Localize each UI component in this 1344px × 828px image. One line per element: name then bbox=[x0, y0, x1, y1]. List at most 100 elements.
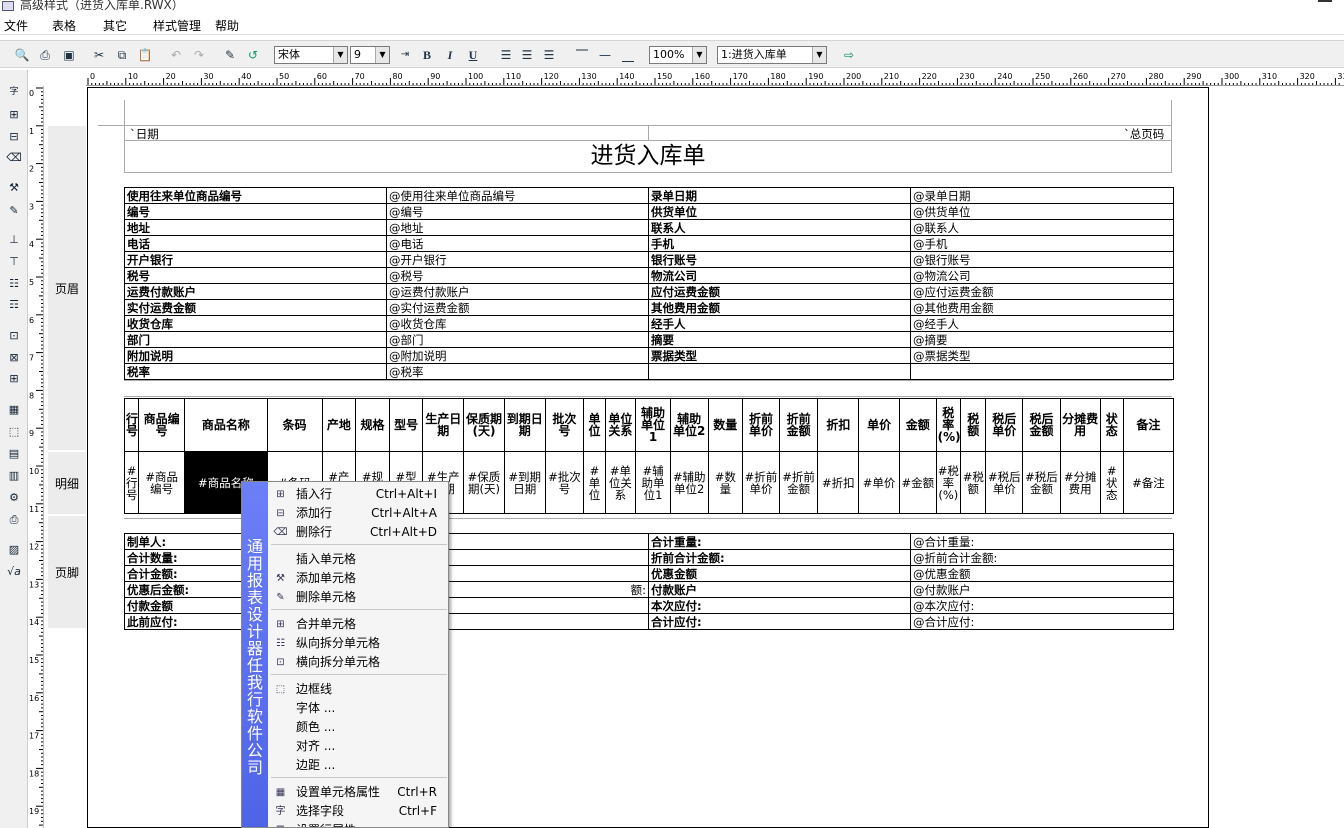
band-detail[interactable]: 明细 bbox=[48, 452, 86, 514]
menu-item-9[interactable]: ⊡ 横向拆分单元格 bbox=[269, 653, 448, 672]
valign-bottom-icon[interactable]: ⎽ bbox=[619, 46, 637, 64]
page-icon[interactable]: ▨ bbox=[5, 541, 23, 559]
footer-label-cell[interactable]: 折前合计金额: bbox=[648, 549, 911, 566]
col-delete-icon[interactable]: ☶ bbox=[5, 296, 23, 314]
print-icon[interactable]: ⎙ bbox=[36, 46, 54, 64]
detail-header-cell[interactable]: 数量 bbox=[707, 398, 744, 452]
header-value-cell[interactable] bbox=[910, 363, 1174, 380]
header-value-cell[interactable]: @使用往来单位商品编号 bbox=[386, 187, 649, 204]
header-label-cell[interactable]: 开户银行 bbox=[124, 251, 387, 268]
detail-field-cell[interactable]: #数量 bbox=[707, 451, 744, 514]
detail-field-cell[interactable]: #单价 bbox=[858, 451, 900, 514]
header-label-cell[interactable]: 手机 bbox=[648, 235, 911, 252]
header-value-cell[interactable]: @摘要 bbox=[910, 331, 1174, 348]
col-width-icon[interactable]: ⊥ bbox=[5, 231, 23, 249]
font-select[interactable]: 宋体 ▼ bbox=[274, 46, 348, 64]
col-equal-icon[interactable]: ⊤ bbox=[5, 253, 23, 271]
image-icon[interactable]: ▦ bbox=[5, 401, 23, 419]
header-label-cell[interactable]: 其他费用金额 bbox=[648, 299, 911, 316]
detail-header-cell[interactable]: 商品编号 bbox=[138, 398, 186, 452]
border-icon[interactable]: ⬚ bbox=[5, 423, 23, 441]
header-value-cell[interactable]: @部门 bbox=[386, 331, 649, 348]
header-value-cell[interactable]: @实付运费金额 bbox=[386, 299, 649, 316]
detail-header-cell[interactable]: 折前单价 bbox=[742, 398, 780, 452]
header-value-cell[interactable]: @税号 bbox=[386, 267, 649, 284]
header-label-cell[interactable]: 应付运费金额 bbox=[648, 283, 911, 300]
detail-header-cell[interactable]: 条码 bbox=[266, 398, 323, 452]
band-footer[interactable]: 页脚 bbox=[48, 516, 86, 628]
bold-button[interactable]: B bbox=[418, 46, 436, 64]
split-icon[interactable]: ⊡ bbox=[5, 327, 23, 345]
minimize-icon[interactable] bbox=[1318, 0, 1332, 2]
footer-label-cell[interactable]: 付款账户 bbox=[648, 581, 911, 598]
header-label-cell[interactable]: 实付运费金额 bbox=[124, 299, 387, 316]
detail-field-cell[interactable]: #状态 bbox=[1099, 451, 1124, 514]
detail-header-cell[interactable]: 备注 bbox=[1122, 398, 1174, 452]
grid-icon[interactable]: ▤ bbox=[5, 445, 23, 463]
detail-header-cell[interactable]: 分摊费用 bbox=[1059, 398, 1101, 452]
redo-icon[interactable]: ↷ bbox=[190, 46, 208, 64]
footer-value-cell[interactable]: @合计重量: bbox=[910, 533, 1174, 550]
detail-header-cell[interactable]: 到期日期 bbox=[503, 398, 546, 452]
detail-header-cell[interactable]: 行号 bbox=[123, 398, 140, 452]
header-value-cell[interactable]: @供货单位 bbox=[910, 203, 1174, 220]
footer-label-cell[interactable]: 优惠金额 bbox=[648, 565, 911, 582]
header-value-cell[interactable]: @附加说明 bbox=[386, 347, 649, 364]
underline-button[interactable]: U bbox=[464, 46, 482, 64]
menu-item-14[interactable]: 边距 ... bbox=[269, 756, 448, 775]
header-value-cell[interactable]: @其他费用金额 bbox=[910, 299, 1174, 316]
detail-header-cell[interactable]: 税额 bbox=[960, 398, 987, 452]
report-title[interactable]: 进货入库单 bbox=[124, 140, 1172, 172]
zoom-select[interactable]: 100% ▼ bbox=[649, 46, 707, 64]
header-label-cell[interactable]: 使用往来单位商品编号 bbox=[124, 187, 387, 204]
menu-item-1[interactable]: ⊞ 插入行 Ctrl+Alt+I bbox=[269, 485, 448, 504]
detail-field-cell[interactable]: #税后金额 bbox=[1022, 451, 1061, 514]
valign-top-icon[interactable]: ⎺ bbox=[573, 46, 591, 64]
insert-row-icon[interactable]: ⊞ bbox=[5, 106, 23, 124]
header-value-cell[interactable]: @开户银行 bbox=[386, 251, 649, 268]
menu-item-5[interactable]: ⚒ 添加单元格 bbox=[269, 569, 448, 588]
detail-field-cell[interactable]: #行号 bbox=[123, 451, 140, 514]
add-cell-icon[interactable]: ⚒ bbox=[5, 179, 23, 197]
italic-button[interactable]: I bbox=[441, 46, 459, 64]
detail-header-cell[interactable]: 保质期(天) bbox=[463, 398, 505, 452]
table-icon[interactable]: ▥ bbox=[5, 467, 23, 485]
paste-icon[interactable]: 📋 bbox=[136, 46, 154, 64]
detail-header-cell[interactable]: 税后金额 bbox=[1022, 398, 1061, 452]
detail-field-cell[interactable]: #税额 bbox=[960, 451, 987, 514]
band-header[interactable]: 页眉 bbox=[48, 126, 86, 450]
menu-item-17[interactable]: ☰ 设置行属性 bbox=[269, 821, 448, 827]
header-value-cell[interactable]: @票据类型 bbox=[910, 347, 1174, 364]
align-right-icon[interactable]: ☰ bbox=[540, 46, 558, 64]
detail-header-cell[interactable]: 税后单价 bbox=[985, 398, 1024, 452]
menu-help[interactable]: 帮助 bbox=[215, 17, 239, 34]
detail-header-cell[interactable]: 单位关系 bbox=[604, 398, 637, 452]
detail-field-cell[interactable]: #折前单价 bbox=[742, 451, 780, 514]
menu-item-13[interactable]: 对齐 ... bbox=[269, 737, 448, 756]
header-label-cell[interactable]: 摘要 bbox=[648, 331, 911, 348]
exit-icon[interactable]: ⇨ bbox=[840, 46, 858, 64]
footer-label-cell[interactable]: 合计重量: bbox=[648, 533, 911, 550]
align-left-icon[interactable]: ☰ bbox=[497, 46, 515, 64]
header-label-cell[interactable]: 联系人 bbox=[648, 219, 911, 236]
detail-header-cell[interactable]: 单位 bbox=[583, 398, 606, 452]
text-wrap-icon[interactable]: ⇥ bbox=[396, 46, 414, 64]
add-row-icon[interactable]: ⊟ bbox=[5, 128, 23, 146]
detail-header-cell[interactable]: 辅助单位1 bbox=[635, 398, 671, 452]
header-label-cell[interactable]: 电话 bbox=[124, 235, 387, 252]
header-label-cell[interactable]: 录单日期 bbox=[648, 187, 911, 204]
detail-header-cell[interactable]: 单价 bbox=[858, 398, 900, 452]
menu-item-3[interactable]: ⌫ 删除行 Ctrl+Alt+D bbox=[269, 523, 448, 542]
detail-field-cell[interactable]: #批次号 bbox=[544, 451, 585, 514]
detail-field-cell[interactable]: #辅助单位2 bbox=[669, 451, 709, 514]
header-label-cell[interactable]: 部门 bbox=[124, 331, 387, 348]
detail-header-cell[interactable]: 折前金额 bbox=[778, 398, 819, 452]
header-value-cell[interactable]: @税率 bbox=[386, 363, 649, 380]
menu-style-manage[interactable]: 样式管理 bbox=[153, 17, 201, 34]
menu-item-15[interactable]: ▦ 设置单元格属性 Ctrl+R bbox=[269, 783, 448, 802]
cut-icon[interactable]: ✂ bbox=[90, 46, 108, 64]
valign-middle-icon[interactable]: — bbox=[596, 46, 614, 64]
delete-cell-icon[interactable]: ✎ bbox=[5, 202, 23, 220]
detail-header-cell[interactable]: 规格 bbox=[355, 398, 390, 452]
detail-field-cell[interactable]: #税率(%) bbox=[935, 451, 962, 514]
